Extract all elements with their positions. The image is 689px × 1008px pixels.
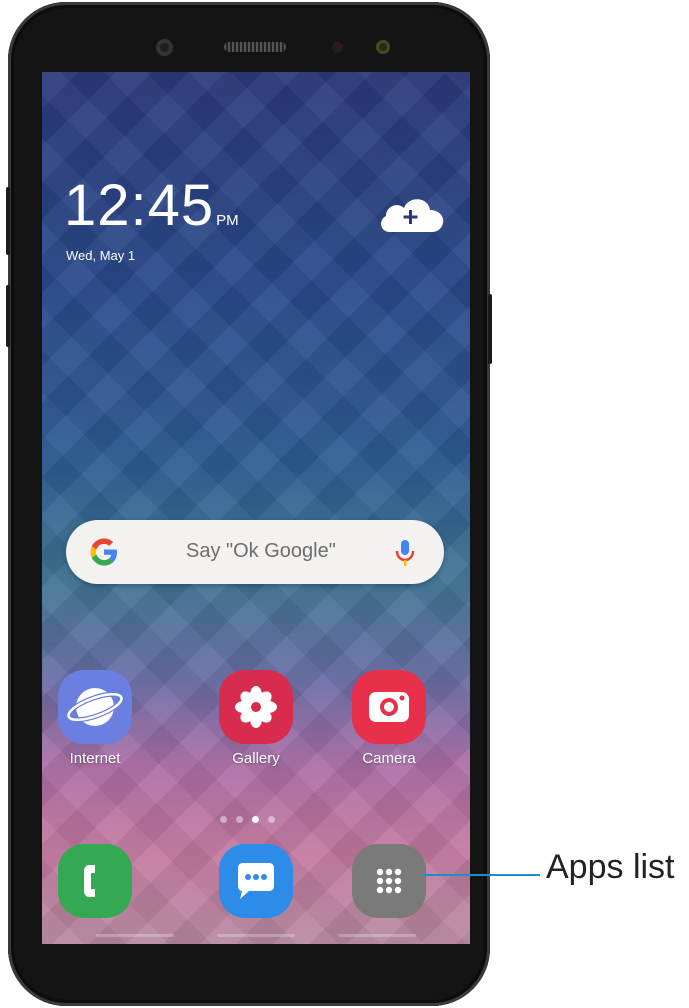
app-label-camera: Camera xyxy=(362,750,416,767)
clock-time: 12:45 xyxy=(64,173,215,238)
internet-icon xyxy=(58,670,132,744)
home-screen: 12:45 PM Wed, May 1 Say "Ok Google" Inte… xyxy=(42,72,470,944)
page-dot xyxy=(236,816,243,823)
clock-ampm: PM xyxy=(216,212,239,229)
phone-frame: 12:45 PM Wed, May 1 Say "Ok Google" Inte… xyxy=(6,2,492,1006)
volume-button xyxy=(6,187,10,255)
microphone-icon[interactable] xyxy=(394,538,416,568)
page-indicator xyxy=(220,816,290,826)
app-label-gallery: Gallery xyxy=(232,750,280,767)
callout-apps-list-label: Apps list xyxy=(546,848,675,886)
messages-icon xyxy=(219,844,293,918)
clock-widget[interactable]: 12:45 PM xyxy=(64,172,239,239)
dock-apps-list[interactable] xyxy=(344,844,434,918)
weather-cloud-add-icon[interactable] xyxy=(376,192,448,236)
bixby-button xyxy=(6,285,10,347)
front-camera-icon xyxy=(156,39,173,56)
app-label-internet: Internet xyxy=(69,750,121,767)
apps-list-icon xyxy=(352,844,426,918)
gallery-icon xyxy=(219,670,293,744)
camera-icon xyxy=(352,670,426,744)
page-dot xyxy=(268,816,275,823)
app-gallery[interactable]: Gallery xyxy=(211,670,301,767)
phone-icon xyxy=(58,844,132,918)
app-internet[interactable]: Internet xyxy=(50,670,140,767)
google-g-icon xyxy=(90,538,117,566)
callout-pointer-line xyxy=(424,874,540,876)
app-camera[interactable]: Camera xyxy=(344,670,434,767)
google-search-bar[interactable]: Say "Ok Google" xyxy=(66,520,444,584)
page-dot-current xyxy=(252,816,259,823)
earpiece-speaker xyxy=(224,42,286,52)
dock-phone[interactable] xyxy=(50,844,140,918)
dock-messages[interactable] xyxy=(211,844,301,918)
clock-date: Wed, May 1 xyxy=(66,248,136,263)
page-dot xyxy=(220,816,227,823)
iris-sensor xyxy=(376,40,390,54)
search-placeholder: Say "Ok Google" xyxy=(186,540,336,562)
nav-bar-indicator xyxy=(338,934,416,937)
power-button xyxy=(488,294,492,364)
proximity-sensor xyxy=(332,42,343,53)
nav-bar-indicator xyxy=(217,934,295,937)
nav-bar-indicator xyxy=(96,934,174,937)
